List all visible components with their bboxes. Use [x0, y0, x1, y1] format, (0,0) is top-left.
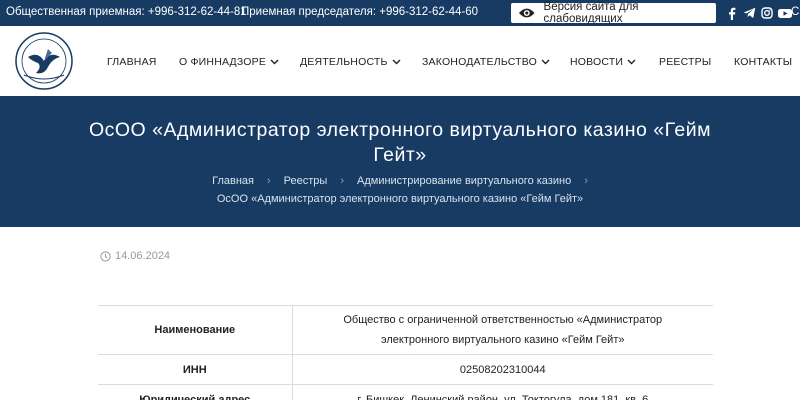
breadcrumb-separator-icon: ›	[584, 175, 588, 187]
chevron-down-icon	[541, 59, 550, 65]
nav-item-news[interactable]: НОВОСТИ	[570, 56, 636, 68]
table-cell-value: Общество с ограниченной ответственностью…	[292, 305, 713, 355]
table-row: ИНН 02508202310044	[98, 354, 713, 385]
nav-item-activity[interactable]: ДЕЯТЕЛЬНОСТЬ	[300, 56, 401, 68]
nav-item-about[interactable]: О ФИННАДЗОРЕ	[179, 56, 279, 68]
youtube-icon[interactable]	[778, 5, 792, 21]
breadcrumb-separator-icon: ›	[267, 175, 271, 187]
table-row: Наименование Общество с ограниченной отв…	[98, 305, 713, 355]
breadcrumb-registries[interactable]: Реестры	[284, 175, 328, 187]
nav-item-home[interactable]: ГЛАВНАЯ	[107, 56, 157, 68]
nav-item-contacts[interactable]: КОНТАКТЫ	[734, 56, 792, 68]
table-cell-value: 02508202310044	[292, 354, 713, 385]
logo-emblem[interactable]	[14, 31, 74, 91]
reception-phone[interactable]: Общественная приемная: +996-312-62-44-81	[6, 6, 247, 18]
page-hero: ОсОО «Администратор электронного виртуал…	[0, 96, 800, 227]
top-bar: Общественная приемная: +996-312-62-44-81…	[0, 0, 800, 26]
eye-icon	[518, 8, 535, 18]
table-cell-label: Наименование	[98, 305, 293, 355]
chairman-phone[interactable]: Приемная председателя: +996-312-62-44-60	[241, 6, 478, 18]
facebook-icon[interactable]	[724, 5, 738, 21]
breadcrumb-current: ОсОО «Администратор электронного виртуал…	[216, 193, 584, 205]
publish-date: 14.06.2024	[100, 250, 170, 262]
social-links	[724, 5, 792, 21]
breadcrumb-casino-admin[interactable]: Администрирование виртуального казино	[357, 175, 571, 187]
table-cell-label: Юридический адрес	[98, 384, 293, 400]
clock-icon	[100, 250, 111, 262]
table-row: Юридический адрес г. Бишкек, Ленинский р…	[98, 384, 713, 400]
main-header: ГЛАВНАЯ О ФИННАДЗОРЕ ДЕЯТЕЛЬНОСТЬ ЗАКОНО…	[0, 26, 800, 96]
page-title: ОсОО «Администратор электронного виртуал…	[88, 119, 712, 166]
chevron-down-icon	[270, 59, 279, 65]
nav-item-registries[interactable]: РЕЕСТРЫ	[659, 56, 711, 68]
chevron-down-icon	[627, 59, 636, 65]
table-cell-label: ИНН	[98, 354, 293, 385]
chevron-down-icon	[392, 59, 401, 65]
cropped-text: С	[791, 6, 800, 18]
breadcrumb-separator-icon: ›	[340, 175, 344, 187]
breadcrumb: Главная › Реестры › Администрирование ви…	[0, 172, 800, 208]
instagram-icon[interactable]	[760, 5, 774, 21]
accessibility-version-button[interactable]: Версия сайта для слабовидящих	[511, 1, 716, 25]
nav-item-legislation[interactable]: ЗАКОНОДАТЕЛЬСТВО	[422, 56, 550, 68]
accessibility-label: Версия сайта для слабовидящих	[543, 1, 639, 25]
publish-date-value: 14.06.2024	[115, 250, 171, 262]
breadcrumb-home[interactable]: Главная	[212, 175, 254, 187]
table-cell-value: г. Бишкек, Ленинский район, ул. Токтогул…	[292, 384, 713, 400]
telegram-icon[interactable]	[742, 5, 756, 21]
registry-info-table: Наименование Общество с ограниченной отв…	[98, 305, 713, 400]
